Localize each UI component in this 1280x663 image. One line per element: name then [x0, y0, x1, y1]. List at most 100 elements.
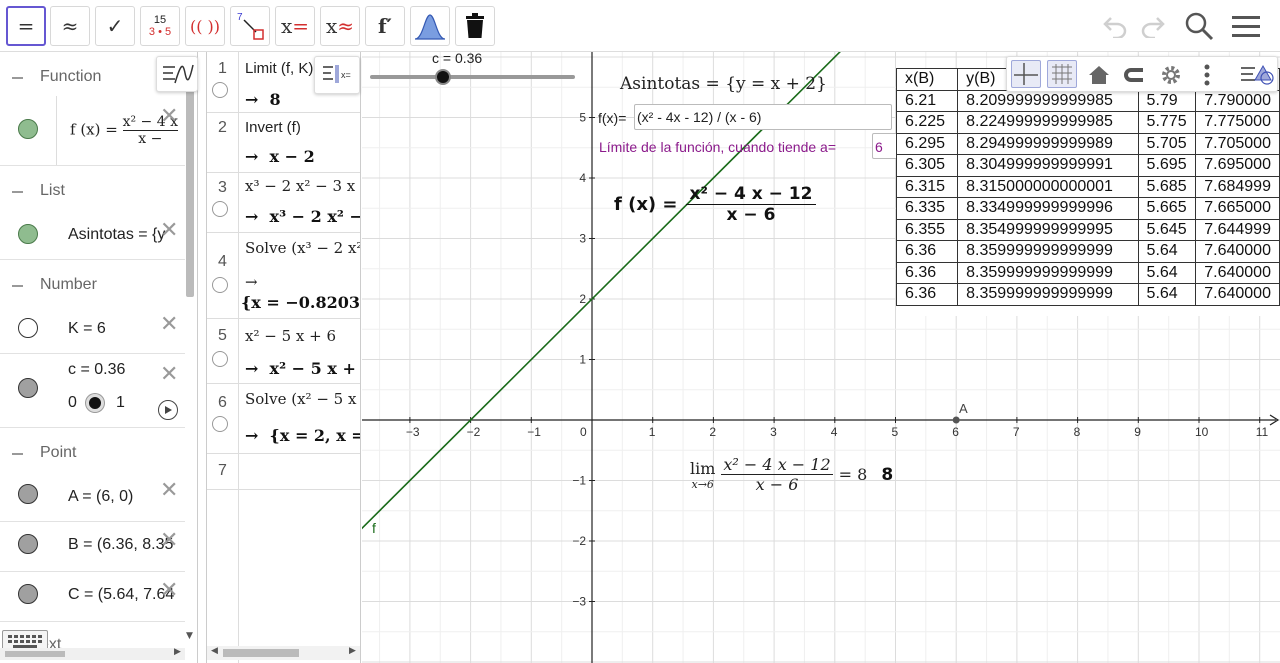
visibility-toggle[interactable] [18, 119, 38, 139]
visibility-toggle[interactable] [18, 318, 38, 338]
row-radio[interactable] [212, 82, 228, 98]
cas-row[interactable]: 2 Invert (f) → x − 2 [207, 113, 360, 173]
table-cell[interactable]: 8.209999999999985 [957, 89, 1139, 112]
algebra-scrollbar[interactable] [186, 62, 194, 297]
table-cell[interactable]: 5.665 [1137, 197, 1197, 220]
redo-button[interactable] [1134, 8, 1170, 44]
solve-numerically-tool-button[interactable]: x ≈ [320, 6, 360, 46]
cas-row[interactable]: 6 Solve (x² − 5 x + → {x = 2, x = [207, 384, 360, 454]
table-cell[interactable]: 5.695 [1137, 154, 1197, 177]
number-k-row[interactable]: K = 6 ✕ [0, 304, 185, 354]
graphics-menu-button[interactable] [1237, 60, 1277, 90]
row-radio[interactable] [212, 277, 228, 293]
cas-row[interactable]: 3 x³ − 2 x² − 3 x + → x³ − 2 x² − 3 [207, 173, 360, 233]
numeric-tool-button[interactable]: ≈ [50, 6, 90, 46]
grid-toggle-button[interactable] [1047, 60, 1077, 88]
scroll-left-icon[interactable]: ◀ [211, 646, 218, 656]
c-slider-knob[interactable] [86, 394, 104, 412]
table-cell[interactable]: 8.294999999999989 [957, 132, 1139, 155]
function-f-row[interactable]: f (x) = x² − 4 x x − ✕ [0, 100, 185, 166]
table-cell[interactable]: 6.225 [896, 111, 959, 134]
table-cell[interactable]: 7.640000 [1195, 261, 1280, 284]
settings-button[interactable] [1157, 62, 1185, 88]
table-cell[interactable]: 8.304999999999991 [957, 154, 1139, 177]
collapse-icon[interactable] [12, 285, 23, 287]
point-c-row[interactable]: C = (5.64, 7.64 ✕ [0, 572, 185, 622]
spreadsheet-view[interactable]: x(B) y(B) 6.21 8.209999999999985 5.79 7.790… [896, 68, 1280, 316]
visibility-toggle[interactable] [18, 534, 38, 554]
table-cell[interactable]: 7.640000 [1195, 283, 1280, 306]
cas-input[interactable]: Invert (f) [245, 119, 301, 136]
delete-icon[interactable]: ✕ [160, 580, 178, 602]
keep-input-tool-button[interactable]: ✓ [95, 6, 135, 46]
table-cell[interactable]: 6.355 [896, 218, 959, 241]
solve-tool-button[interactable]: x = [275, 6, 315, 46]
algebra-stylebar-button[interactable] [156, 56, 198, 92]
table-cell[interactable]: 5.79 [1137, 89, 1197, 112]
row-radio[interactable] [212, 416, 228, 432]
more-options-button[interactable] [1197, 62, 1217, 88]
table-cell[interactable]: 6.36 [896, 283, 959, 306]
normal-distribution-tool-button[interactable] [410, 6, 450, 46]
group-point[interactable]: Point [0, 432, 185, 476]
scroll-right-icon[interactable]: ▶ [174, 647, 181, 657]
cas-input[interactable]: Limit (f, K) [245, 60, 313, 77]
visibility-toggle[interactable] [18, 584, 38, 604]
table-cell[interactable]: 5.645 [1137, 218, 1197, 241]
table-cell[interactable]: 7.775000 [1195, 111, 1280, 134]
delete-icon[interactable]: ✕ [160, 480, 178, 502]
collapse-icon[interactable] [12, 453, 23, 455]
cas-input[interactable]: Solve (x² − 5 x + [245, 390, 360, 408]
delete-icon[interactable]: ✕ [160, 106, 178, 128]
table-cell[interactable]: 5.64 [1137, 283, 1197, 306]
number-c-row[interactable]: c = 0.36 0 1 ✕ [0, 354, 185, 428]
search-button[interactable] [1181, 8, 1217, 44]
delete-tool-button[interactable] [455, 6, 495, 46]
slider-c-knob[interactable] [435, 69, 451, 85]
visibility-toggle[interactable] [18, 224, 38, 244]
table-cell[interactable]: 6.295 [896, 132, 959, 155]
table-cell[interactable]: 7.640000 [1195, 240, 1280, 263]
cas-input[interactable]: x² − 5 x + 6 [245, 327, 336, 345]
point-a-row[interactable]: A = (6, 0) ✕ [0, 472, 185, 522]
table-cell[interactable]: 5.775 [1137, 111, 1197, 134]
row-radio[interactable] [212, 201, 228, 217]
table-cell[interactable]: 5.705 [1137, 132, 1197, 155]
row-radio[interactable] [212, 351, 228, 367]
substitute-tool-button[interactable]: 7 [230, 6, 270, 46]
group-number[interactable]: Number [0, 264, 185, 308]
undo-button[interactable] [1098, 8, 1134, 44]
table-cell[interactable]: 6.36 [896, 240, 959, 263]
delete-icon[interactable]: ✕ [160, 314, 178, 336]
table-cell[interactable]: 6.21 [896, 89, 959, 112]
table-cell[interactable]: 8.315000000000001 [957, 175, 1139, 198]
group-list[interactable]: List [0, 170, 185, 214]
cas-input[interactable]: Solve (x³ − 2 x² + [245, 239, 360, 257]
delete-icon[interactable]: ✕ [160, 530, 178, 552]
table-cell[interactable]: 8.334999999999996 [957, 197, 1139, 220]
table-cell[interactable]: 8.359999999999999 [957, 240, 1139, 263]
table-cell[interactable]: 8.359999999999999 [957, 261, 1139, 284]
delete-icon[interactable]: ✕ [160, 364, 178, 386]
collapse-icon[interactable] [12, 191, 23, 193]
table-cell[interactable]: 5.685 [1137, 175, 1197, 198]
table-cell[interactable]: 7.695000 [1195, 154, 1280, 177]
point-b-row[interactable]: B = (6.36, 8.35 ✕ [0, 522, 185, 572]
point-a[interactable] [952, 416, 960, 424]
table-cell[interactable]: 6.315 [896, 175, 959, 198]
table-cell[interactable]: 5.64 [1137, 240, 1197, 263]
delete-icon[interactable]: ✕ [160, 220, 178, 242]
factor-tool-button[interactable]: 15 3 • 5 [140, 6, 180, 46]
cas-h-scrollbar[interactable]: ◀ ▶ [207, 646, 360, 660]
table-cell[interactable]: 5.64 [1137, 261, 1197, 284]
evaluate-tool-button[interactable]: = [6, 6, 46, 46]
cas-stylebar-button[interactable]: x= [314, 56, 360, 94]
derivative-tool-button[interactable]: f′ [365, 6, 405, 46]
cas-row[interactable]: 5 x² − 5 x + 6 → x² − 5 x + 6 [207, 319, 360, 384]
header-cell[interactable]: x(B) [896, 68, 959, 91]
visibility-toggle[interactable] [18, 378, 38, 398]
slider-c-track[interactable] [370, 75, 575, 79]
point-capture-button[interactable] [1121, 62, 1149, 88]
table-cell[interactable]: 8.354999999999995 [957, 218, 1139, 241]
cas-row[interactable]: 7 [207, 454, 360, 490]
